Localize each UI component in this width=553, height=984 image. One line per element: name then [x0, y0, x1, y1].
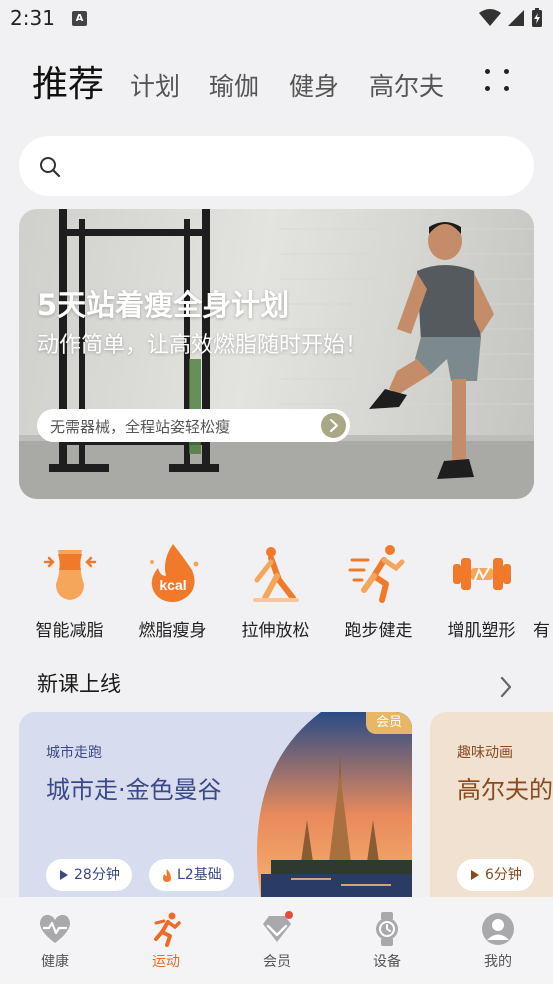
course-image: [257, 712, 412, 900]
course-card[interactable]: 趣味动画 高尔夫的 6分钟: [430, 712, 553, 900]
tab-yoga[interactable]: 瑜伽: [209, 62, 259, 112]
wifi-icon: [479, 9, 501, 26]
tab-golf[interactable]: 高尔夫: [369, 62, 444, 112]
course-title: 高尔夫的: [457, 776, 553, 804]
category-burn-fat[interactable]: kcal 燃脂瘦身: [121, 540, 224, 641]
runner-icon: [154, 912, 181, 947]
stretch-icon: [252, 547, 299, 602]
signal-icon: [508, 10, 524, 26]
banner-subtitle: 动作简单，让高效燃脂随时开始！: [37, 333, 368, 358]
category-stretch[interactable]: 拉伸放松: [224, 540, 327, 641]
nav-label: 运动: [152, 954, 180, 970]
avatar-icon: [482, 913, 514, 945]
category-more[interactable]: 有: [533, 540, 553, 641]
tab-fitness[interactable]: 健身: [289, 62, 339, 112]
search-bar[interactable]: [19, 136, 534, 196]
tab-plan[interactable]: 计划: [130, 62, 180, 112]
nav-member[interactable]: 会员: [237, 911, 317, 971]
category-muscle[interactable]: 增肌塑形: [430, 540, 533, 641]
nav-me[interactable]: 我的: [458, 911, 538, 971]
promo-banner[interactable]: 5天站着瘦全身计划 动作简单，让高效燃脂随时开始！ 无需器械，全程站姿轻松瘦: [19, 209, 534, 499]
category-label: 有: [533, 621, 550, 641]
category-row: 智能减脂 kcal 燃脂瘦身 拉伸放松 跑步健走 增肌塑形 有: [0, 540, 553, 650]
course-card[interactable]: 会员 城市走跑 城市走·金色曼谷 28分钟 L2基础: [19, 712, 412, 900]
category-smart-fat-loss[interactable]: 智能减脂: [18, 540, 121, 641]
banner-title: 5天站着瘦全身计划: [37, 288, 290, 322]
svg-text:kcal: kcal: [159, 577, 186, 593]
tab-recommend[interactable]: 推荐: [32, 60, 104, 110]
watch-icon: [376, 912, 398, 946]
heart-pulse-icon: [39, 914, 71, 943]
nav-label: 我的: [484, 954, 512, 970]
running-icon: [348, 545, 404, 603]
search-icon: [40, 157, 61, 178]
chevron-right-icon[interactable]: [321, 413, 346, 438]
search-input[interactable]: [75, 148, 495, 184]
notification-icon: A: [72, 11, 87, 26]
category-label: 智能减脂: [35, 621, 104, 641]
category-label: 跑步健走: [344, 621, 413, 641]
duration-chip: 28分钟: [46, 859, 132, 891]
level-label: L2基础: [177, 867, 222, 883]
nav-health[interactable]: 健康: [15, 911, 95, 971]
play-icon: [60, 870, 68, 880]
top-tab-bar: 推荐 计划 瑜伽 健身 高尔夫: [32, 60, 472, 110]
nav-label: 会员: [263, 954, 291, 970]
banner-cta[interactable]: 无需器械，全程站姿轻松瘦: [37, 409, 350, 442]
nav-devices[interactable]: 设备: [347, 911, 427, 971]
nav-sport[interactable]: 运动: [126, 911, 206, 971]
status-indicators: [479, 8, 543, 28]
kcal-flame-icon: kcal: [149, 544, 198, 602]
waist-icon: [43, 550, 96, 600]
bottom-nav: 健康 运动 会员 设备 我的: [0, 897, 553, 984]
flame-icon: [163, 869, 171, 882]
duration-label: 6分钟: [485, 867, 522, 883]
play-icon: [471, 870, 479, 880]
duration-chip: 6分钟: [457, 859, 534, 891]
category-label: 燃脂瘦身: [138, 621, 207, 641]
notification-dot: [285, 911, 293, 919]
vip-badge: 会员: [366, 712, 412, 734]
course-category: 趣味动画: [457, 745, 513, 761]
banner-cta-label: 无需器械，全程站姿轻松瘦: [50, 418, 231, 436]
battery-icon: [532, 8, 542, 27]
category-running[interactable]: 跑步健走: [327, 540, 430, 641]
course-title: 城市走·金色曼谷: [46, 776, 222, 804]
more-menu-icon[interactable]: [482, 66, 514, 98]
status-bar: 2:31 A: [0, 0, 553, 38]
nav-label: 健康: [41, 954, 69, 970]
level-chip: L2基础: [149, 859, 234, 891]
category-label: 拉伸放松: [241, 621, 310, 641]
dumbbell-icon: [452, 558, 511, 590]
course-category: 城市走跑: [46, 745, 102, 761]
status-time: 2:31: [10, 6, 55, 30]
chevron-right-icon[interactable]: [498, 675, 514, 699]
nav-label: 设备: [373, 954, 401, 970]
category-label: 增肌塑形: [447, 621, 516, 641]
section-title-new-courses: 新课上线: [37, 672, 121, 696]
duration-label: 28分钟: [74, 867, 120, 883]
